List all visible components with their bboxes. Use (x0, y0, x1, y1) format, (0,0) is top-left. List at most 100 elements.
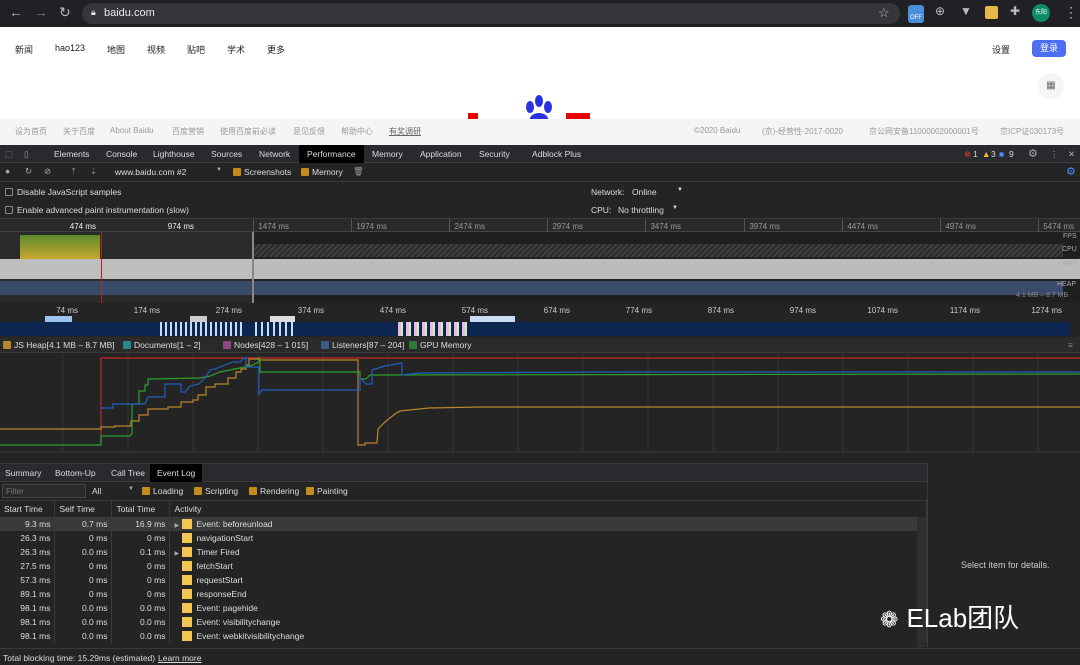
legend-checkbox-4[interactable]: GPU Memory (409, 340, 471, 350)
network-throttle-select[interactable]: Online ▼ (632, 187, 687, 197)
cpu-throttle-select[interactable]: No throttling ▼ (618, 205, 680, 215)
expand-arrow-icon[interactable]: ▶ (174, 522, 182, 529)
tab-elements[interactable]: Elements (54, 149, 89, 159)
avatar[interactable]: 东阳 (1032, 4, 1050, 22)
chevron-down-icon[interactable]: ▼ (216, 167, 222, 173)
nav-link[interactable]: 地图 (107, 43, 125, 56)
extensions-puzzle-icon[interactable]: ✚ (1010, 4, 1020, 18)
nav-link[interactable]: 学术 (227, 43, 245, 56)
screenshots-checkbox[interactable]: Screenshots (233, 167, 291, 177)
selection-handle[interactable] (252, 232, 254, 303)
nav-link[interactable]: 新闻 (15, 43, 33, 56)
column-header[interactable]: Total Time (111, 501, 171, 518)
main-thread-track[interactable] (0, 322, 1070, 336)
category-select[interactable]: All ▼ (92, 486, 134, 496)
tab-performance[interactable]: Performance (299, 145, 364, 163)
nav-link[interactable]: hao123 (55, 43, 85, 53)
footer-link[interactable]: 有奖调研 (389, 126, 421, 137)
login-button[interactable]: 登录 (1032, 40, 1066, 57)
tab-call-tree[interactable]: Call Tree (111, 468, 145, 478)
info-count[interactable]: 9 (1009, 149, 1014, 159)
expand-arrow-icon[interactable]: ▶ (174, 550, 182, 557)
settings-link[interactable]: 设置 (992, 43, 1010, 56)
address-bar[interactable]: 🔒︎ baidu.com ☆ (82, 3, 900, 24)
back-icon[interactable]: ← (9, 4, 23, 20)
footer-link[interactable]: 使用百度前必读 (220, 126, 276, 137)
extension-off-icon[interactable]: OFF (908, 5, 924, 23)
warning-count[interactable]: 3 (991, 149, 996, 159)
extension-globe-icon[interactable]: ⊕ (935, 4, 945, 18)
tab-memory[interactable]: Memory (372, 149, 403, 159)
record-icon[interactable]: ● (5, 166, 10, 176)
tab-adblock-plus[interactable]: Adblock Plus (532, 149, 581, 159)
painting-checkbox[interactable]: Painting (306, 486, 348, 496)
footer-link[interactable]: 设为首页 (15, 126, 47, 137)
footer-link[interactable]: 帮助中心 (341, 126, 373, 137)
settings-icon[interactable]: ⚙ (1028, 147, 1038, 160)
table-row[interactable]: 98.1 ms 0.0 ms 0.0 ms Event: visibilitychan… (0, 615, 927, 629)
timeline-overview[interactable]: 474 ms 974 ms 1474 ms 1974 ms 2474 ms 2974 ms… (0, 219, 1080, 303)
extension-v-icon[interactable]: ▼ (960, 4, 972, 18)
footer-link[interactable]: 关于百度 (63, 126, 95, 137)
table-row[interactable]: 57.3 ms 0 ms 0 ms requestStart (0, 573, 927, 587)
scripting-checkbox[interactable]: Scripting (194, 486, 238, 496)
tab-bottom-up[interactable]: Bottom-Up (55, 468, 96, 478)
more-options-icon[interactable]: ⋮ (1050, 149, 1059, 160)
nav-link[interactable]: 视频 (147, 43, 165, 56)
footer-link[interactable]: 百度营销 (172, 126, 204, 137)
table-row[interactable]: 98.1 ms 0.0 ms 0.0 ms Event: webkitvisibili… (0, 629, 927, 643)
upload-icon[interactable]: ⇡ (70, 166, 77, 177)
column-header[interactable]: Start Time (0, 501, 56, 518)
menu-icon[interactable]: ⋮ (1064, 4, 1078, 21)
tab-network[interactable]: Network (259, 149, 290, 159)
filter-input[interactable] (2, 484, 86, 498)
table-row[interactable]: 27.5 ms 0 ms 0 ms fetchStart (0, 559, 927, 573)
tab-application[interactable]: Application (420, 149, 462, 159)
error-count[interactable]: 1 (973, 149, 978, 159)
star-icon[interactable]: ☆ (878, 5, 890, 21)
clear-icon[interactable]: ⊘ (44, 166, 51, 177)
legend-menu-icon[interactable]: ≡ (1068, 340, 1073, 350)
extension-icon[interactable] (985, 6, 998, 19)
nav-link[interactable]: 贴吧 (187, 43, 205, 56)
legend-checkbox-2[interactable]: Nodes[428 – 1 015] (223, 340, 308, 350)
learn-more-link[interactable]: Learn more (158, 653, 201, 663)
legend-checkbox-1[interactable]: Documents[1 – 2] (123, 340, 201, 350)
trash-icon[interactable]: 🗑︎ (353, 166, 364, 177)
rendering-checkbox[interactable]: Rendering (249, 486, 299, 496)
tab-event-log[interactable]: Event Log (150, 464, 203, 482)
disable-js-samples-checkbox[interactable]: Disable JavaScript samples (5, 187, 121, 197)
tab-summary[interactable]: Summary (5, 468, 41, 478)
table-row[interactable]: 9.3 ms 0.7 ms 16.9 ms ▶ Event: beforeunload (0, 517, 927, 531)
reload-record-icon[interactable]: ↻ (25, 166, 32, 177)
table-row[interactable]: 26.3 ms 0 ms 0 ms navigationStart (0, 531, 927, 545)
cell-activity: ▶ Event: beforeunload (169, 517, 927, 531)
tab-sources[interactable]: Sources (211, 149, 242, 159)
tab-console[interactable]: Console (106, 149, 137, 159)
table-row[interactable]: 98.1 ms 0.0 ms 0.0 ms Event: pagehide (0, 601, 927, 615)
table-row[interactable]: 26.3 ms 0.0 ms 0.1 ms ▶ Timer Fired (0, 545, 927, 559)
profile-select[interactable]: www.baidu.com #2 (115, 167, 186, 177)
loading-checkbox[interactable]: Loading (142, 486, 183, 496)
column-header[interactable]: Activity (169, 501, 927, 518)
qrcode-icon[interactable]: ▦ (1038, 73, 1064, 99)
tab-lighthouse[interactable]: Lighthouse (153, 149, 195, 159)
paint-instrumentation-checkbox[interactable]: Enable advanced paint instrumentation (s… (5, 205, 189, 215)
close-icon[interactable]: ✕ (1068, 149, 1075, 160)
selection-marker[interactable] (101, 232, 102, 303)
footer-link[interactable]: 意见反馈 (293, 126, 325, 137)
nav-link[interactable]: 更多 (267, 43, 285, 56)
settings-gear-icon[interactable]: ⚙ (1066, 165, 1076, 178)
table-row[interactable]: 89.1 ms 0 ms 0 ms responseEnd (0, 587, 927, 601)
inspect-icon[interactable]: ⬚ (5, 149, 13, 160)
download-icon[interactable]: ⇣ (90, 166, 97, 177)
reload-icon[interactable]: ↻ (59, 4, 71, 21)
column-header[interactable]: Self Time (54, 501, 113, 518)
footer-link[interactable]: About Baidu (110, 126, 154, 135)
legend-checkbox-0[interactable]: JS Heap[4.1 MB – 8.7 MB] (3, 340, 115, 350)
tab-security[interactable]: Security (479, 149, 510, 159)
memory-checkbox[interactable]: Memory (301, 167, 343, 177)
legend-checkbox-3[interactable]: Listeners[87 – 204] (321, 340, 404, 350)
device-toggle-icon[interactable]: ▯ (24, 149, 29, 160)
forward-icon[interactable]: → (34, 4, 48, 20)
